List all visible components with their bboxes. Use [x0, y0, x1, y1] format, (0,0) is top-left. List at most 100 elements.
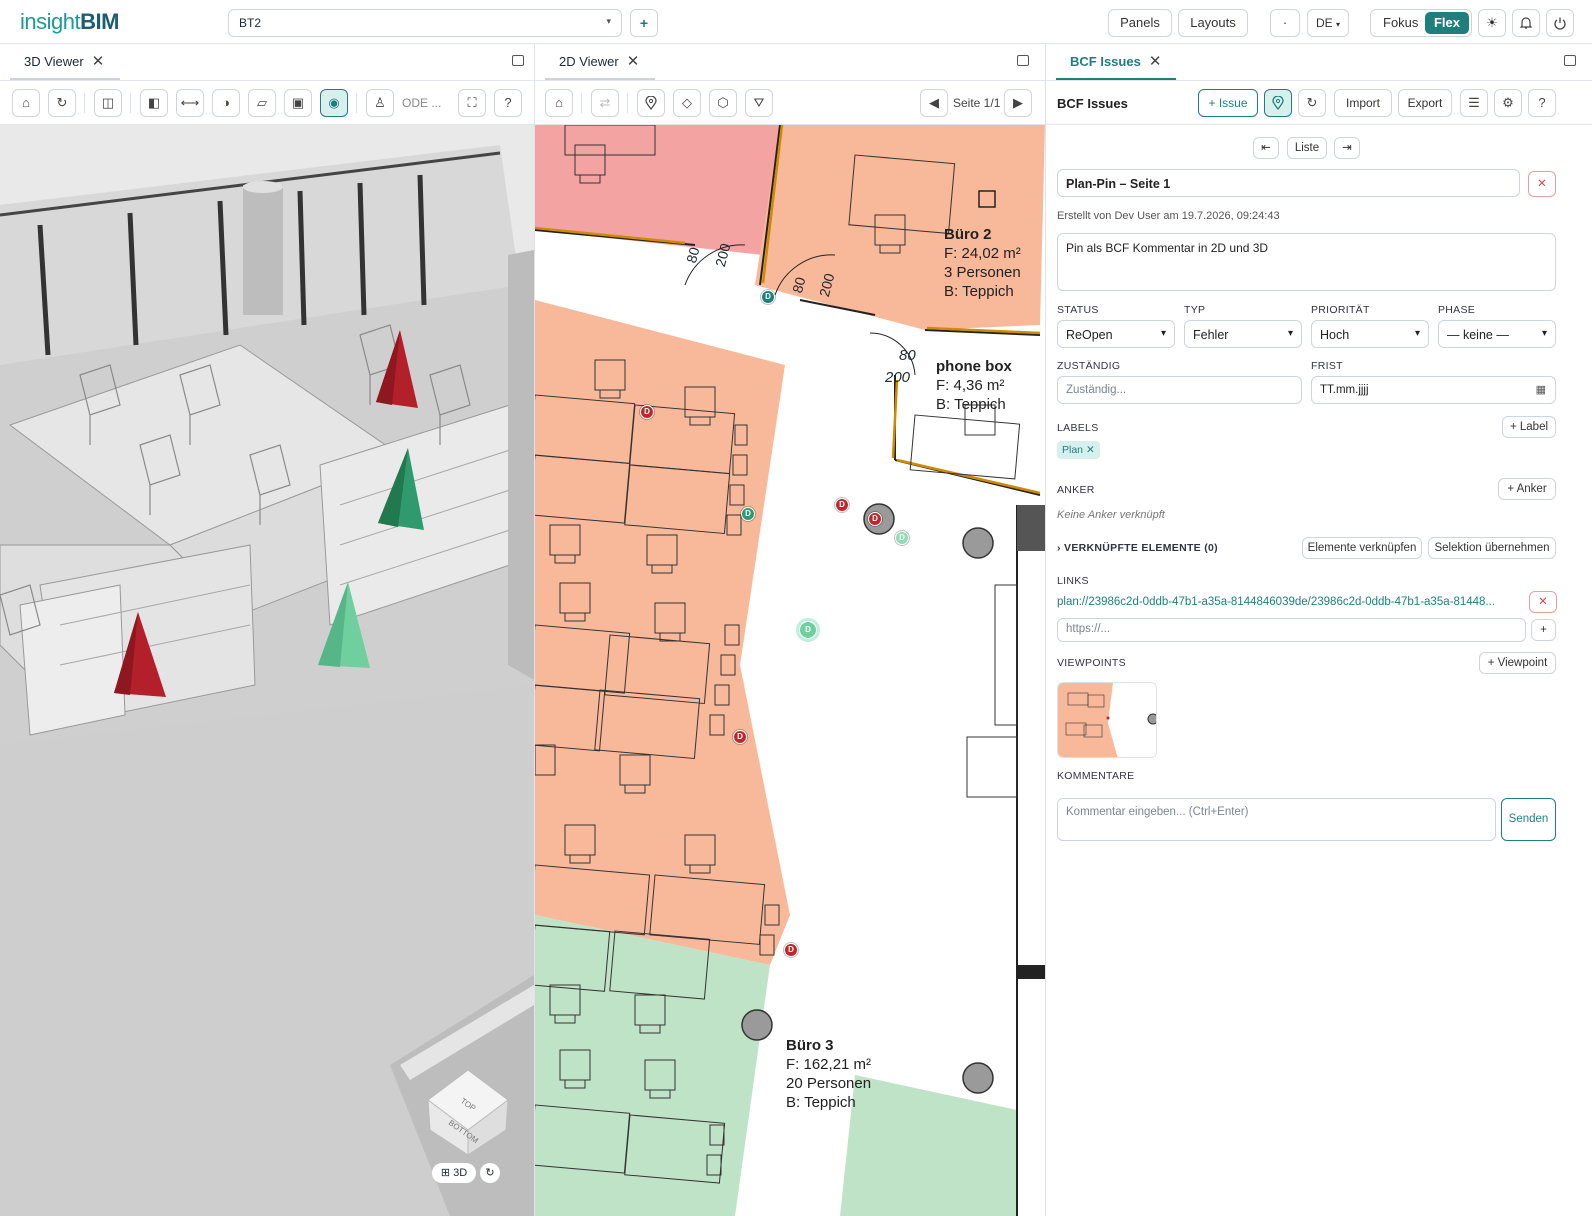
plane-icon[interactable]: ▱ [248, 89, 276, 117]
popout-icon[interactable] [512, 55, 524, 66]
typ-select[interactable]: Fehler ▾ [1184, 320, 1302, 348]
label-chip[interactable]: Plan ✕ [1057, 441, 1100, 459]
add-project-button[interactable]: + [630, 9, 658, 37]
help-icon[interactable]: ? [1528, 89, 1556, 117]
link-elements-button[interactable]: Elemente verknüpfen [1302, 537, 1422, 559]
cube-icon[interactable]: ⬡ [709, 89, 737, 117]
list-button[interactable]: Liste [1287, 137, 1327, 159]
home-icon[interactable]: ⌂ [12, 89, 40, 117]
list-icon[interactable]: ☰ [1460, 89, 1488, 117]
location-pin-icon[interactable] [1264, 89, 1292, 117]
contrast-icon[interactable]: ◑ [212, 89, 240, 117]
power-icon[interactable] [1546, 9, 1574, 37]
reset-view-icon[interactable]: ↻ [480, 1163, 500, 1183]
view-cube[interactable]: TOP BOTTOM [418, 1060, 518, 1160]
project-select[interactable]: BT2 ▾ [228, 9, 622, 37]
priority-select[interactable]: Hoch ▾ [1311, 320, 1429, 348]
close-icon[interactable]: ✕ [1528, 171, 1556, 197]
issue-pin[interactable]: D [784, 943, 798, 957]
layouts-button[interactable]: Layouts [1178, 9, 1248, 37]
room-label-phonebox[interactable]: phone box F: 4,36 m² B: Teppich [936, 357, 1012, 414]
link-input[interactable]: https://... [1057, 618, 1526, 642]
close-icon[interactable]: ✕ [1149, 53, 1162, 70]
room-floor: B: Teppich [944, 283, 1014, 300]
typ-value: Fehler [1193, 328, 1229, 342]
home-icon[interactable]: ⌂ [545, 89, 573, 117]
prev-issue-icon[interactable]: ⇤ [1253, 137, 1279, 159]
theme-dot-button[interactable]: · [1270, 9, 1300, 37]
camera-icon[interactable]: ◉ [320, 89, 348, 117]
phase-select[interactable]: — keine — ▾ [1438, 320, 1556, 348]
add-anchor-button[interactable]: + Anker [1498, 478, 1556, 500]
image-icon[interactable]: ▣ [284, 89, 312, 117]
issue-pin[interactable]: D [741, 507, 755, 521]
close-icon[interactable]: ✕ [1086, 444, 1095, 456]
separator [581, 93, 582, 113]
next-issue-icon[interactable]: ⇥ [1334, 137, 1360, 159]
import-button[interactable]: Import [1334, 89, 1392, 117]
add-link-icon[interactable]: + [1531, 619, 1556, 641]
add-label-button[interactable]: + Label [1502, 416, 1556, 438]
comment-input[interactable]: Kommentar eingeben... (Ctrl+Enter) [1057, 798, 1496, 841]
linked-elements-toggle[interactable]: › VERKNÜPFTE ELEMENTE (0) [1057, 542, 1218, 554]
prev-page-icon[interactable]: ◀ [920, 89, 948, 117]
add-viewpoint-button[interactable]: + Viewpoint [1479, 652, 1556, 674]
tab-2d-viewer[interactable]: 2D Viewer ✕ [545, 52, 655, 80]
issue-pin[interactable]: D [868, 512, 882, 526]
issue-pin-selected[interactable]: D [799, 621, 817, 639]
gear-icon[interactable]: ⚙ [1494, 89, 1522, 117]
refresh-icon[interactable]: ↻ [48, 89, 76, 117]
flex-toggle[interactable]: Flex [1425, 12, 1469, 34]
add-issue-button[interactable]: + Issue [1198, 89, 1258, 117]
viewer2d-canvas[interactable]: 80 200 80 200 80 200 Büro 2 F: 24,02 m² … [535, 125, 1045, 1216]
bell-icon[interactable] [1512, 9, 1540, 37]
help-icon[interactable]: ? [494, 89, 522, 117]
swap-icon[interactable]: ⇄ [591, 89, 619, 117]
issue-pin[interactable]: D [835, 498, 849, 512]
assignee-placeholder: Zuständig... [1066, 384, 1127, 396]
issue-pin[interactable]: D [640, 405, 654, 419]
calendar-icon[interactable]: ▦ [1536, 383, 1546, 396]
measure-icon[interactable]: ⟷ [176, 89, 204, 117]
remove-link-icon[interactable]: ✕ [1529, 591, 1557, 613]
close-icon[interactable]: ✕ [627, 53, 640, 70]
close-icon[interactable]: ✕ [92, 53, 105, 70]
viewer3d-canvas[interactable]: TOP BOTTOM ⊞ 3D ↻ [0, 125, 534, 1216]
description-textarea[interactable]: Pin als BCF Kommentar in 2D und 3D [1057, 233, 1556, 291]
panels-button[interactable]: Panels [1108, 9, 1172, 37]
popout-icon[interactable] [1564, 55, 1576, 66]
ruler-icon[interactable]: ◇ [673, 89, 701, 117]
view-mode-button[interactable]: ⊞ 3D [432, 1163, 476, 1183]
room-label-buero2[interactable]: Büro 2 F: 24,02 m² 3 Personen B: Teppich [944, 225, 1021, 301]
refresh-icon[interactable]: ↻ [1298, 89, 1326, 117]
take-selection-button[interactable]: Selektion übernehmen [1428, 537, 1556, 559]
issue-pin[interactable]: D [733, 730, 747, 744]
due-date-input[interactable]: TT.mm.jjjj ▦ [1311, 376, 1556, 404]
language-select[interactable]: DE ▾ [1307, 9, 1349, 37]
split-view-icon[interactable]: ◫ [94, 89, 122, 117]
sun-icon[interactable]: ☀ [1478, 9, 1506, 37]
issue-pin[interactable]: D [895, 531, 909, 545]
next-page-icon[interactable]: ▶ [1004, 89, 1032, 117]
viewpoint-thumbnail[interactable] [1057, 682, 1157, 758]
app-logo[interactable]: insightBIM [20, 9, 119, 35]
pin-icon[interactable] [637, 89, 665, 117]
send-button[interactable]: Senden [1501, 798, 1556, 841]
section-icon[interactable]: ◧ [140, 89, 168, 117]
status-select[interactable]: ReOpen ▾ [1057, 320, 1175, 348]
tab-bcf-issues[interactable]: BCF Issues ✕ [1056, 52, 1176, 80]
walk-icon[interactable]: ♙ [366, 89, 394, 117]
assignee-input[interactable]: Zuständig... [1057, 376, 1302, 404]
popout-icon[interactable] [1017, 55, 1029, 66]
link-url[interactable]: plan://23986c2d-0ddb-47b1-a35a-814484603… [1057, 596, 1523, 608]
phase-value: — keine — [1447, 328, 1509, 342]
fullscreen-icon[interactable]: ⛶ [458, 89, 486, 117]
export-button[interactable]: Export [1398, 89, 1452, 117]
issue-title-input[interactable]: Plan-Pin – Seite 1 [1057, 169, 1520, 197]
room-name: Büro 3 [786, 1037, 834, 1054]
filter-icon[interactable]: ⛛ [745, 89, 773, 117]
fokus-toggle[interactable]: Fokus [1383, 10, 1418, 36]
tab-3d-viewer[interactable]: 3D Viewer ✕ [10, 52, 120, 80]
issue-pin[interactable]: D [761, 290, 775, 304]
room-label-buero3[interactable]: Büro 3 F: 162,21 m² 20 Personen B: Teppi… [786, 1036, 871, 1112]
